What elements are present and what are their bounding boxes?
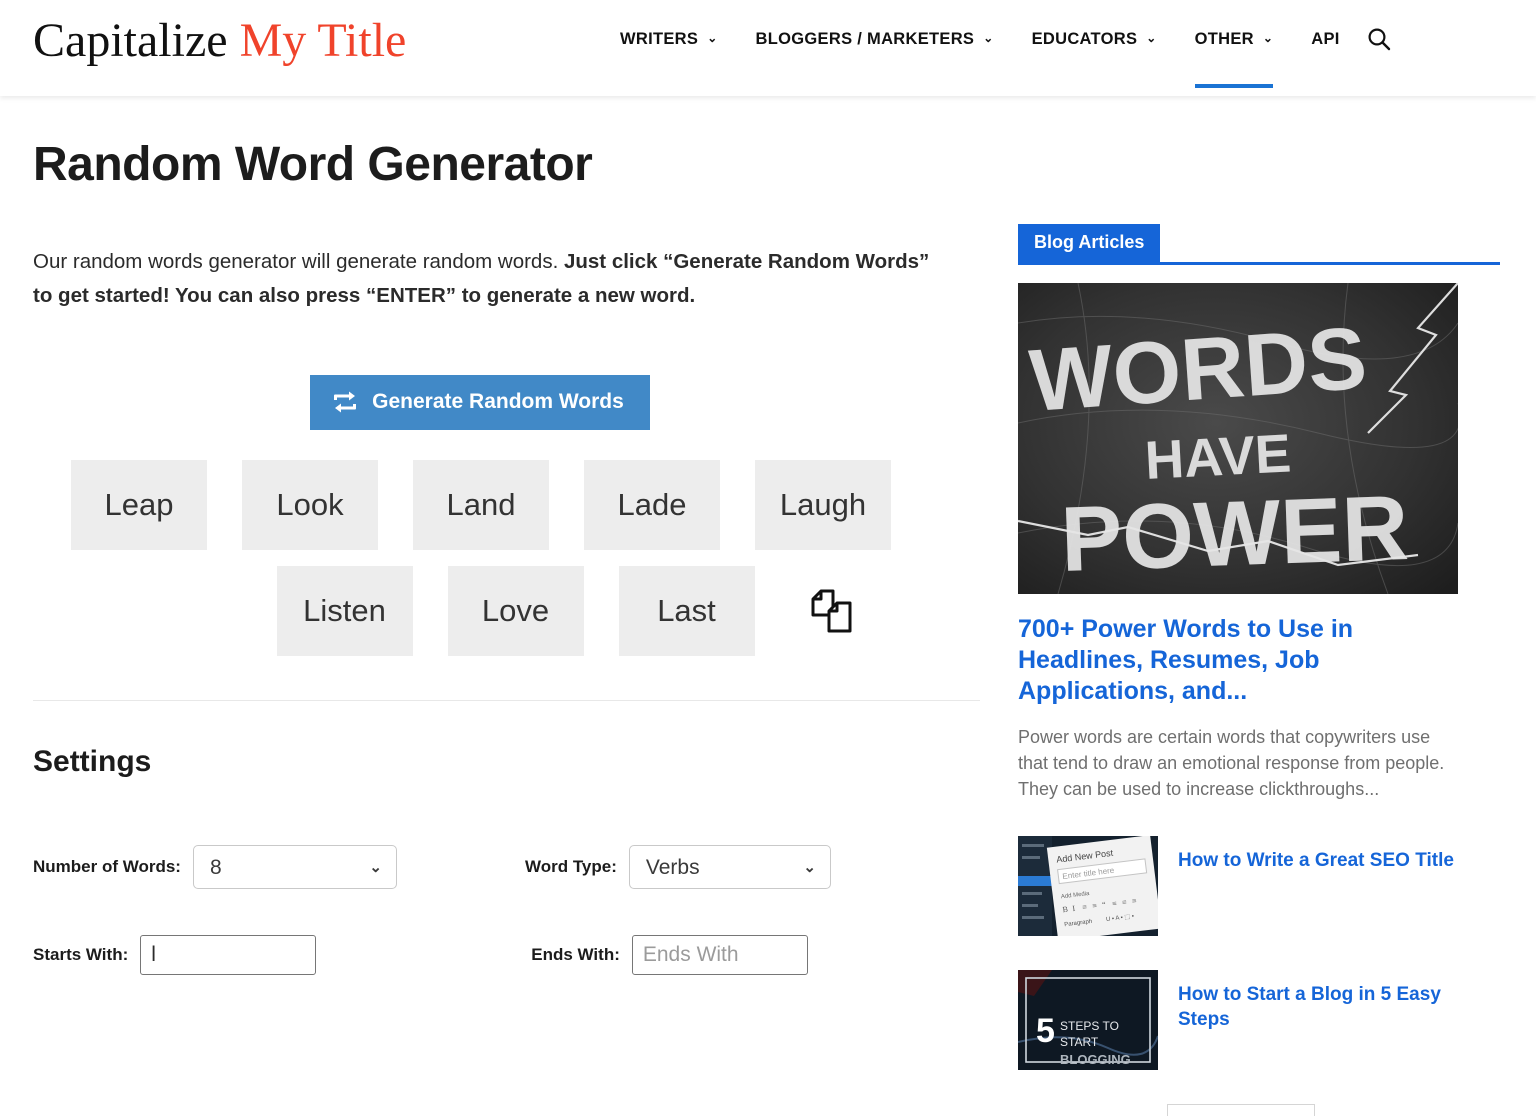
logo-text-primary: Capitalize (33, 14, 228, 67)
logo-text-secondary: My Title (239, 14, 407, 67)
number-of-words-field: Number of Words: 8 ⌄ (33, 845, 397, 889)
refresh-repeat-icon (334, 391, 357, 413)
site-logo[interactable]: Capitalize My Title (33, 12, 406, 70)
generated-words-row-2: Listen Love Last (107, 566, 856, 656)
word-chip[interactable]: Laugh (755, 460, 891, 550)
nav-item-label: BLOGGERS / MARKETERS (755, 29, 975, 48)
svg-text:START: START (1060, 1035, 1099, 1049)
generated-words-row-1: Leap Look Land Lade Laugh (71, 460, 891, 550)
generate-button-container: Generate Random Words (33, 375, 977, 430)
chevron-down-icon: ⌄ (1262, 31, 1274, 45)
featured-article-image[interactable]: WORDS HAVE POWER (1018, 283, 1458, 594)
nav-item-label: OTHER (1194, 29, 1254, 48)
copy-words-button[interactable] (808, 587, 856, 635)
search-button[interactable] (1366, 0, 1392, 96)
starts-with-label: Starts With: (33, 945, 129, 964)
chevron-down-icon: ⌄ (1146, 31, 1157, 45)
number-of-words-select-wrap: 8 ⌄ (192, 845, 397, 889)
article-title-link[interactable]: How to Write a Great SEO Title (1178, 836, 1454, 873)
load-more-container: Load more ⌄ (1018, 1104, 1500, 1116)
article-list-item: 5 STEPS TO START BLOGGING How to Start a… (1018, 970, 1458, 1070)
ends-with-label: Ends With: (531, 945, 620, 964)
nav-item-other[interactable]: OTHER ⌄ (1194, 0, 1274, 96)
nav-item-label: API (1311, 29, 1340, 48)
nav-item-api[interactable]: API (1311, 0, 1339, 96)
svg-text:B: B (1062, 905, 1068, 915)
word-type-label: Word Type: (524, 857, 617, 876)
word-chip[interactable]: Land (413, 460, 549, 550)
article-thumbnail[interactable]: 5 STEPS TO START BLOGGING (1018, 970, 1158, 1070)
tab-blog-articles[interactable]: Blog Articles (1018, 224, 1161, 262)
description-normal-text: Our random words generator will generate… (33, 250, 564, 273)
number-of-words-label: Number of Words: (33, 857, 181, 876)
featured-article-excerpt: Power words are certain words that copyw… (1018, 727, 1445, 799)
ends-with-input[interactable] (631, 935, 808, 975)
word-chip[interactable]: Last (618, 566, 755, 656)
word-chip[interactable]: Love (447, 566, 584, 656)
words-have-power-chalkboard-image: WORDS HAVE POWER (1018, 283, 1458, 594)
chevron-down-icon: ⌄ (707, 31, 718, 45)
search-icon (1368, 28, 1390, 51)
generate-random-words-button[interactable]: Generate Random Words (310, 375, 650, 430)
wordpress-editor-thumbnail-image: Add New Post Enter title here Add Media … (1018, 836, 1158, 936)
word-type-field: Word Type: Verbs ⌄ (525, 845, 831, 889)
svg-text:BLOGGING: BLOGGING (1060, 1052, 1131, 1067)
page-description: Our random words generator will generate… (33, 245, 943, 313)
main-navigation: WRITERS ⌄ BLOGGERS / MARKETERS ⌄ EDUCATO… (620, 0, 1392, 96)
sidebar-tabbar: Blog Articles (1018, 224, 1500, 265)
page-title: Random Word Generator (33, 138, 593, 191)
word-chip[interactable]: Look (242, 460, 378, 550)
settings-row-1: Number of Words: 8 ⌄ Word Type: Verbs ⌄ (33, 845, 977, 889)
word-chip[interactable]: Lade (584, 460, 720, 550)
svg-text:POWER: POWER (1059, 477, 1410, 591)
generated-words-container: Leap Look Land Lade Laugh Listen Love La… (33, 460, 977, 672)
article-title-link[interactable]: How to Start a Blog in 5 Easy Steps (1178, 970, 1458, 1032)
word-chip[interactable]: Listen (276, 566, 413, 656)
article-list-item: Add New Post Enter title here Add Media … (1018, 836, 1458, 936)
load-more-button[interactable]: Load more ⌄ (1166, 1104, 1316, 1116)
number-of-words-select[interactable]: 8 (192, 845, 397, 889)
section-divider (33, 700, 980, 701)
nav-item-educators[interactable]: EDUCATORS ⌄ (1032, 0, 1157, 96)
article-thumbnail[interactable]: Add New Post Enter title here Add Media … (1018, 836, 1158, 936)
nav-item-bloggers-marketers[interactable]: BLOGGERS / MARKETERS ⌄ (756, 0, 994, 96)
ends-with-field: Ends With: (531, 935, 808, 975)
copy-pages-icon (811, 589, 851, 633)
generate-button-label: Generate Random Words (372, 390, 624, 413)
svg-text:STEPS TO: STEPS TO (1060, 1019, 1119, 1033)
page-body: Random Word Generator Our random words g… (0, 96, 1536, 1116)
chevron-down-icon: ⌄ (983, 31, 994, 45)
starts-with-field: Starts With: (33, 935, 317, 975)
main-column: Random Word Generator Our random words g… (0, 96, 1010, 1116)
word-chip[interactable]: Leap (71, 460, 207, 550)
featured-article-title-link[interactable]: 700+ Power Words to Use in Headlines, Re… (1018, 614, 1458, 707)
nav-item-label: WRITERS (620, 29, 699, 48)
word-type-select[interactable]: Verbs (628, 845, 831, 889)
sidebar: Blog Articles WORDS HAVE POWER 700+ Powe… (1010, 96, 1536, 1116)
five-steps-to-start-blogging-thumbnail-image: 5 STEPS TO START BLOGGING (1018, 970, 1158, 1070)
nav-item-label: EDUCATORS (1031, 29, 1138, 48)
site-header: Capitalize My Title WRITERS ⌄ BLOGGERS /… (0, 0, 1536, 96)
settings-heading: Settings (33, 745, 152, 778)
word-type-select-wrap: Verbs ⌄ (628, 845, 831, 889)
settings-form: Number of Words: 8 ⌄ Word Type: Verbs ⌄ … (33, 845, 977, 975)
svg-text:5: 5 (1036, 1012, 1055, 1050)
nav-item-writers[interactable]: WRITERS ⌄ (620, 0, 718, 96)
settings-row-2: Starts With: Ends With: (33, 935, 977, 975)
starts-with-input[interactable] (140, 935, 317, 975)
